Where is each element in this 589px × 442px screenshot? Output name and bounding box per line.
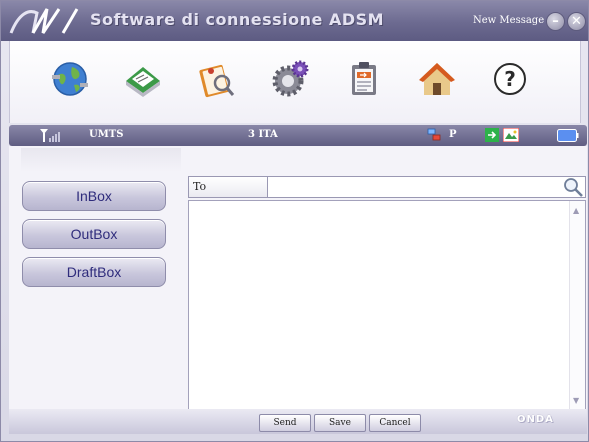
message-body-input[interactable] xyxy=(189,201,569,409)
battery-icon xyxy=(557,129,579,142)
help-glyph: ? xyxy=(504,67,516,91)
cancel-button[interactable]: Cancel xyxy=(369,414,421,432)
app-logo xyxy=(9,8,79,34)
sms-envelope-icon xyxy=(126,67,160,97)
sidebar-item-draftbox[interactable]: DraftBox xyxy=(22,257,166,287)
main-toolbar: ? xyxy=(9,41,581,123)
toolbar-sms-button[interactable] xyxy=(121,57,165,101)
send-button[interactable]: Send xyxy=(259,414,311,432)
home-icon xyxy=(419,63,455,95)
scroll-up-icon[interactable]: ▲ xyxy=(573,207,579,215)
minimize-button[interactable]: – xyxy=(546,12,565,31)
globe-connect-icon xyxy=(52,62,88,96)
toolbar-log-button[interactable] xyxy=(342,57,386,101)
operator-name: 3 ITA xyxy=(248,129,278,140)
close-button[interactable]: ✕ xyxy=(567,12,586,31)
title-bar: Software di connessione ADSM New Message… xyxy=(1,1,588,41)
folder-tab-strip xyxy=(21,148,181,172)
scroll-down-icon[interactable]: ▼ xyxy=(573,397,579,405)
sidebar-item-outbox[interactable]: OutBox xyxy=(22,219,166,249)
contact-search-icon[interactable] xyxy=(561,176,585,198)
settings-gear-icon xyxy=(272,60,309,97)
new-message-link[interactable]: New Message xyxy=(473,15,544,26)
toolbar-help-button[interactable]: ? xyxy=(488,57,532,101)
toolbar-connect-button[interactable] xyxy=(48,57,92,101)
recipient-input[interactable] xyxy=(269,177,559,197)
save-button[interactable]: Save xyxy=(314,414,366,432)
clipboard-log-icon xyxy=(352,62,376,95)
to-label: To xyxy=(189,177,268,197)
mode-indicator: P xyxy=(449,129,457,140)
app-title: Software di connessione ADSM xyxy=(90,10,385,29)
status-bar: UMTS 3 ITA P xyxy=(9,125,587,146)
sidebar-item-inbox[interactable]: InBox xyxy=(22,181,166,211)
network-type: UMTS xyxy=(89,129,124,140)
brand-logo: ONDA xyxy=(517,414,554,425)
sim-status-icon xyxy=(485,128,499,142)
minimize-icon: – xyxy=(552,14,559,29)
close-icon: ✕ xyxy=(571,14,582,29)
recipient-row: To xyxy=(188,176,586,198)
signal-strength-icon xyxy=(40,129,60,142)
phonebook-icon xyxy=(199,64,235,98)
app-window: Software di connessione ADSM New Message… xyxy=(0,0,589,442)
toolbar-settings-button[interactable] xyxy=(268,57,312,101)
toolbar-phonebook-button[interactable] xyxy=(194,57,238,101)
toolbar-home-button[interactable] xyxy=(415,57,459,101)
network-status-icon xyxy=(427,128,441,141)
message-scrollbar[interactable]: ▲ ▼ xyxy=(569,201,585,409)
message-body-area: ▲ ▼ xyxy=(188,200,586,410)
sms-status-icon xyxy=(503,128,519,142)
